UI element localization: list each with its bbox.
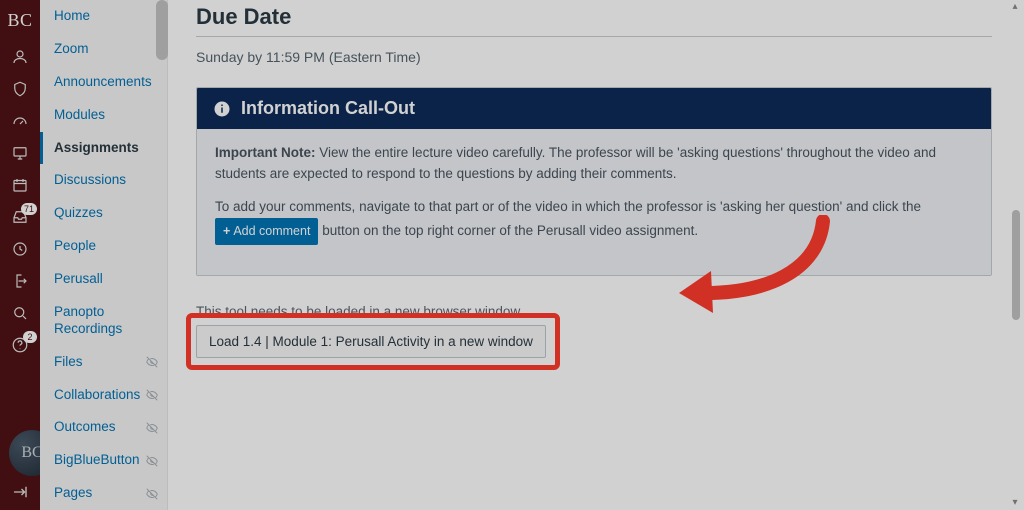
nav-pages[interactable]: Pages [40, 477, 167, 510]
history-icon[interactable] [0, 233, 40, 265]
scroll-up-icon[interactable]: ▴ [1010, 2, 1020, 12]
tool-load-note: This tool needs to be loaded in a new br… [196, 304, 992, 319]
plus-icon: + [223, 224, 230, 238]
inbox-icon[interactable]: 71 [0, 201, 40, 233]
scroll-thumb[interactable] [1012, 210, 1020, 320]
nav-perusall[interactable]: Perusall [40, 263, 167, 296]
due-date-heading: Due Date [196, 0, 992, 37]
nav-outcomes[interactable]: Outcomes [40, 411, 167, 444]
info-icon [213, 100, 231, 118]
important-note-text: View the entire lecture video carefully.… [215, 145, 936, 181]
nav-quizzes[interactable]: Quizzes [40, 197, 167, 230]
callout-p2a: To add your comments, navigate to that p… [215, 199, 921, 214]
nav-modules[interactable]: Modules [40, 99, 167, 132]
nav-files[interactable]: Files [40, 346, 167, 379]
main-content: Due Date Sunday by 11:59 PM (Eastern Tim… [168, 0, 1024, 510]
load-button-highlight: Load 1.4 | Module 1: Perusall Activity i… [196, 325, 546, 358]
hidden-icon [145, 454, 159, 468]
inbox-badge: 71 [21, 203, 37, 215]
hidden-icon [145, 421, 159, 435]
callout-p2b: button on the top right corner of the Pe… [322, 223, 698, 238]
load-in-new-window-button[interactable]: Load 1.4 | Module 1: Perusall Activity i… [196, 325, 546, 358]
gauge-icon[interactable] [0, 105, 40, 137]
hidden-icon [145, 355, 159, 369]
search-icon[interactable] [0, 297, 40, 329]
profile-icon[interactable] [0, 41, 40, 73]
nav-panopto[interactable]: Panopto Recordings [40, 296, 167, 346]
scroll-down-icon[interactable]: ▾ [1010, 498, 1020, 508]
callout-title: Information Call-Out [241, 98, 415, 119]
calendar-icon[interactable] [0, 169, 40, 201]
callout-header: Information Call-Out [197, 88, 991, 129]
collapse-rail-icon[interactable] [0, 478, 40, 506]
nav-assignments[interactable]: Assignments [40, 132, 167, 165]
nav-announcements[interactable]: Announcements [40, 66, 167, 99]
global-nav-rail: BC 71 2 BC [0, 0, 40, 510]
add-comment-button-example: +Add comment [215, 218, 318, 245]
callout-body: Important Note: View the entire lecture … [197, 129, 991, 275]
nav-zoom[interactable]: Zoom [40, 33, 167, 66]
shield-icon[interactable] [0, 73, 40, 105]
course-nav: Home Zoom Announcements Modules Assignme… [40, 0, 168, 510]
due-date-text: Sunday by 11:59 PM (Eastern Time) [196, 49, 992, 65]
nav-home[interactable]: Home [40, 0, 167, 33]
brand-logo[interactable]: BC [7, 4, 32, 41]
important-note-label: Important Note: [215, 145, 316, 160]
nav-discussions[interactable]: Discussions [40, 164, 167, 197]
hidden-icon [145, 487, 159, 501]
help-badge: 2 [23, 331, 37, 343]
app-root: BC 71 2 BC [0, 0, 1024, 510]
course-nav-scrollbar[interactable] [156, 0, 168, 60]
hidden-icon [145, 388, 159, 402]
main-scrollbar[interactable]: ▴ ▾ [1010, 0, 1020, 510]
info-callout: Information Call-Out Important Note: Vie… [196, 87, 992, 276]
nav-bbb[interactable]: BigBlueButton [40, 444, 167, 477]
nav-collaborations[interactable]: Collaborations [40, 379, 167, 412]
help-icon[interactable]: 2 [0, 329, 40, 361]
nav-people[interactable]: People [40, 230, 167, 263]
monitor-icon[interactable] [0, 137, 40, 169]
logout-icon[interactable] [0, 265, 40, 297]
